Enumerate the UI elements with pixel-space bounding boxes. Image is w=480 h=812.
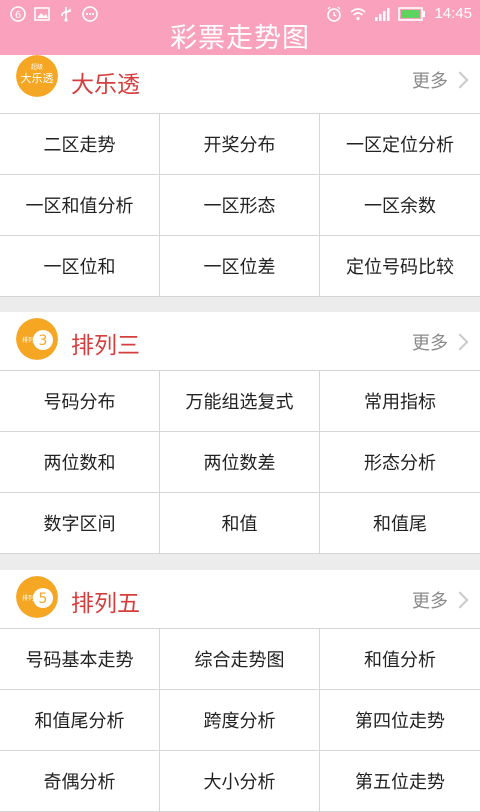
grid-cell[interactable]: 开奖分布 bbox=[160, 114, 320, 174]
svg-text:大乐透: 大乐透 bbox=[21, 71, 54, 85]
trend-grid: 号码分布 万能组选复式 常用指标 两位数和 两位数差 形态分析 数字区间 和值 … bbox=[0, 370, 480, 554]
grid-cell[interactable]: 定位号码比较 bbox=[320, 236, 480, 296]
grid-row: 二区走势 开奖分布 一区定位分析 bbox=[0, 114, 480, 175]
chevron-right-icon[interactable] bbox=[451, 71, 469, 89]
grid-row: 数字区间 和值 和值尾 bbox=[0, 493, 480, 554]
chevron-right-icon[interactable] bbox=[451, 333, 469, 351]
grid-cell[interactable]: 大小分析 bbox=[160, 751, 320, 811]
page-title: 彩票走势图 bbox=[170, 23, 310, 54]
svg-text:排列: 排列 bbox=[22, 594, 34, 602]
grid-cell[interactable]: 形态分析 bbox=[320, 432, 480, 492]
grid-cell[interactable]: 和值 bbox=[160, 493, 320, 553]
more-link[interactable]: 更多 bbox=[412, 67, 448, 93]
grid-cell[interactable]: 万能组选复式 bbox=[160, 371, 320, 431]
grid-cell[interactable]: 号码分布 bbox=[0, 371, 160, 431]
grid-cell[interactable]: 奇偶分析 bbox=[0, 751, 160, 811]
grid-cell[interactable]: 一区位和 bbox=[0, 236, 160, 296]
section-pailie3: 3 排列 排列三 更多 号码分布 万能组选复式 常用指标 两位数和 两位数差 形… bbox=[0, 312, 480, 554]
pailie3-logo-icon: 3 排列 bbox=[16, 318, 58, 360]
pailie5-logo-icon: 5 排列 bbox=[16, 576, 58, 618]
svg-text:5: 5 bbox=[39, 591, 48, 607]
grid-cell[interactable]: 综合走势图 bbox=[160, 629, 320, 689]
grid-cell[interactable]: 和值尾分析 bbox=[0, 690, 160, 750]
grid-cell[interactable]: 两位数和 bbox=[0, 432, 160, 492]
grid-cell[interactable]: 第四位走势 bbox=[320, 690, 480, 750]
svg-text:3: 3 bbox=[39, 333, 48, 349]
trend-grid: 号码基本走势 综合走势图 和值分析 和值尾分析 跨度分析 第四位走势 奇偶分析 … bbox=[0, 628, 480, 812]
more-link[interactable]: 更多 bbox=[412, 587, 448, 613]
grid-row: 号码基本走势 综合走势图 和值分析 bbox=[0, 629, 480, 690]
section-daletou: 超级 大乐透 大乐透 更多 二区走势 开奖分布 一区定位分析 一区和值分析 一区… bbox=[0, 55, 480, 297]
grid-cell[interactable]: 二区走势 bbox=[0, 114, 160, 174]
grid-row: 和值尾分析 跨度分析 第四位走势 bbox=[0, 690, 480, 751]
daletou-logo-icon: 超级 大乐透 bbox=[16, 55, 58, 97]
grid-cell[interactable]: 号码基本走势 bbox=[0, 629, 160, 689]
section-title: 大乐透 bbox=[71, 72, 140, 98]
svg-text:排列: 排列 bbox=[22, 336, 34, 344]
grid-cell[interactable]: 一区和值分析 bbox=[0, 175, 160, 235]
grid-cell[interactable]: 一区余数 bbox=[320, 175, 480, 235]
section-header[interactable]: 5 排列 排列五 更多 bbox=[0, 570, 480, 628]
section-header[interactable]: 超级 大乐透 大乐透 更多 bbox=[0, 55, 480, 107]
grid-cell[interactable]: 两位数差 bbox=[160, 432, 320, 492]
section-title: 排列五 bbox=[71, 591, 140, 617]
section-title: 排列三 bbox=[71, 333, 140, 359]
grid-cell[interactable]: 和值尾 bbox=[320, 493, 480, 553]
trend-grid: 二区走势 开奖分布 一区定位分析 一区和值分析 一区形态 一区余数 一区位和 一… bbox=[0, 113, 480, 297]
grid-cell[interactable]: 一区位差 bbox=[160, 236, 320, 296]
svg-text:超级: 超级 bbox=[31, 63, 43, 71]
grid-cell[interactable]: 一区定位分析 bbox=[320, 114, 480, 174]
grid-row: 奇偶分析 大小分析 第五位走势 bbox=[0, 751, 480, 812]
section-pailie5: 5 排列 排列五 更多 号码基本走势 综合走势图 和值分析 和值尾分析 跨度分析… bbox=[0, 570, 480, 812]
more-link[interactable]: 更多 bbox=[412, 329, 448, 355]
grid-cell[interactable]: 一区形态 bbox=[160, 175, 320, 235]
grid-row: 一区位和 一区位差 定位号码比较 bbox=[0, 236, 480, 297]
section-header[interactable]: 3 排列 排列三 更多 bbox=[0, 312, 480, 370]
chevron-right-icon[interactable] bbox=[451, 591, 469, 609]
grid-row: 号码分布 万能组选复式 常用指标 bbox=[0, 371, 480, 432]
grid-row: 一区和值分析 一区形态 一区余数 bbox=[0, 175, 480, 236]
grid-cell[interactable]: 常用指标 bbox=[320, 371, 480, 431]
grid-cell[interactable]: 和值分析 bbox=[320, 629, 480, 689]
grid-cell[interactable]: 跨度分析 bbox=[160, 690, 320, 750]
grid-cell[interactable]: 数字区间 bbox=[0, 493, 160, 553]
grid-row: 两位数和 两位数差 形态分析 bbox=[0, 432, 480, 493]
grid-cell[interactable]: 第五位走势 bbox=[320, 751, 480, 811]
